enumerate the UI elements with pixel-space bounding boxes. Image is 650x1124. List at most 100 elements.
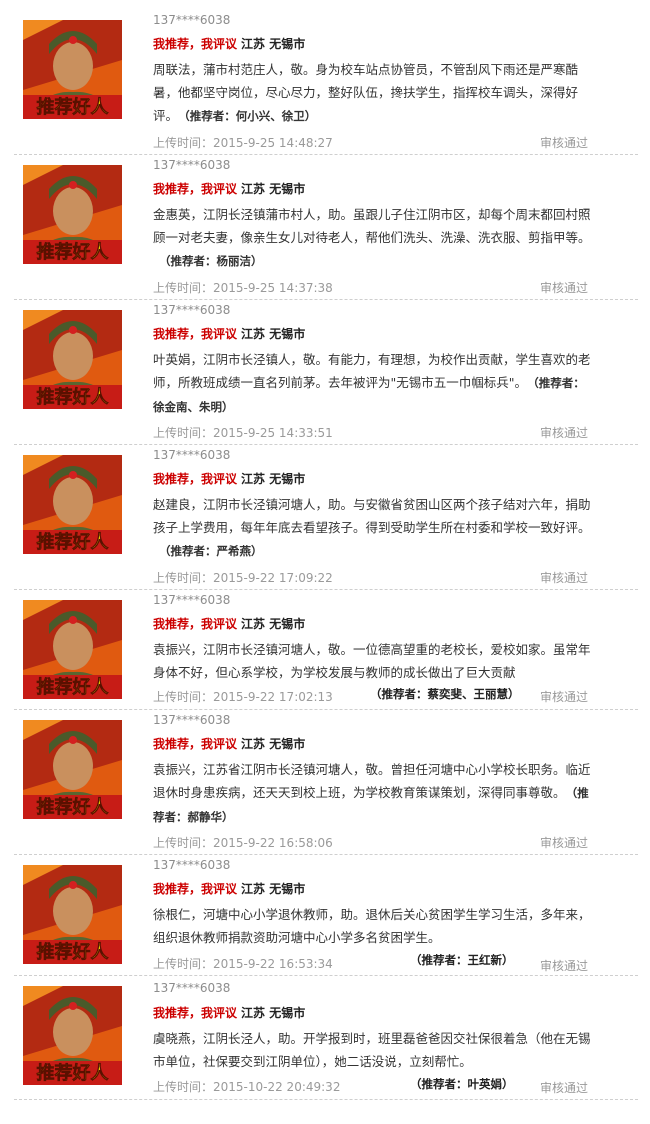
item-headline: 我推荐，我评议 江苏 无锡市 — [153, 35, 305, 53]
item-body: 赵建良，江阴市长泾镇河塘人，助。与安徽省贫困山区两个孩子结对六年，捐助孩子上学费… — [153, 493, 595, 563]
item-body: 袁振兴，江苏省江阴市长泾镇河塘人，敬。曾担任河塘中心小学校长职务。临近退休时身患… — [153, 758, 595, 829]
item-headline: 我推荐，我评议 江苏 无锡市 — [153, 735, 305, 753]
recommender-label: （推荐者：严希燕） — [159, 544, 263, 558]
avatar[interactable]: 推荐好人 — [23, 600, 122, 699]
item-body: 袁振兴，江阴市长泾镇河塘人，敬。一位德高望重的老校长，爱校如家。虽常年身体不好，… — [153, 638, 595, 684]
review-status: 审核通过 — [539, 136, 588, 150]
item-headline: 我推荐，我评议 江苏 无锡市 — [153, 180, 305, 198]
headline-label: 我推荐，我评议 — [153, 327, 238, 341]
review-status: 审核通过 — [539, 571, 588, 585]
avatar[interactable]: 推荐好人 — [23, 720, 122, 819]
region-label: 江苏 无锡市 — [241, 737, 306, 751]
upload-time: 上传时间：2015-9-22 17:09:22 — [153, 571, 333, 585]
region-label: 江苏 无锡市 — [241, 1006, 306, 1020]
avatar[interactable]: 推荐好人 — [23, 310, 122, 409]
headline-label: 我推荐，我评议 — [153, 617, 238, 631]
recommender-label: （推荐者：叶英娟） — [410, 1077, 514, 1091]
user-phone: 137****6038 — [153, 13, 231, 27]
recommender-label: （推荐者：何小兴、徐卫） — [184, 109, 317, 123]
hero-portrait-icon: 推荐好人 — [23, 600, 122, 699]
hero-portrait-icon: 推荐好人 — [23, 986, 122, 1085]
list-item: 推荐好人 137****6038 我推荐，我评议 江苏 无锡市 赵建良，江阴市长泾… — [14, 447, 638, 590]
svg-text:推荐好人: 推荐好人 — [37, 941, 110, 963]
recommender-label: （推荐者：杨丽洁） — [159, 254, 263, 268]
region-label: 江苏 无锡市 — [241, 882, 306, 896]
headline-label: 我推荐，我评议 — [153, 1006, 238, 1020]
list-item: 推荐好人 137****6038 我推荐，我评议 江苏 无锡市 袁振兴，江阴市长泾… — [14, 592, 638, 710]
hero-portrait-icon: 推荐好人 — [23, 455, 122, 554]
user-phone: 137****6038 — [153, 593, 231, 607]
hero-portrait-icon: 推荐好人 — [23, 20, 122, 119]
recommender-label: （推荐者：王红新） — [410, 953, 514, 967]
list-item: 推荐好人 137****6038 我推荐，我评议 江苏 无锡市 袁振兴，江苏省江阴… — [14, 712, 638, 855]
list-item: 推荐好人 137****6038 我推荐，我评议 江苏 无锡市 徐根仁，河塘中心小… — [14, 857, 638, 976]
list-item: 推荐好人 137****6038 我推荐，我评议 江苏 无锡市 周联法，蒲市村范庄… — [14, 12, 638, 155]
region-label: 江苏 无锡市 — [241, 182, 306, 196]
avatar[interactable]: 推荐好人 — [23, 165, 122, 264]
headline-label: 我推荐，我评议 — [153, 472, 238, 486]
upload-time: 上传时间：2015-9-22 16:53:34 — [153, 957, 333, 971]
item-text: 赵建良，江阴市长泾镇河塘人，助。与安徽省贫困山区两个孩子结对六年，捐助孩子上学费… — [153, 497, 591, 535]
item-body: 虞晓燕，江阴长泾人，助。开学报到时，班里磊爸爸因交社保很着急（他在无锡市单位，社… — [153, 1027, 595, 1073]
review-status: 审核通过 — [539, 426, 588, 440]
svg-text:推荐好人: 推荐好人 — [37, 241, 110, 263]
user-phone: 137****6038 — [153, 448, 231, 462]
user-phone: 137****6038 — [153, 713, 231, 727]
upload-time: 上传时间：2015-9-22 16:58:06 — [153, 836, 333, 850]
user-phone: 137****6038 — [153, 303, 231, 317]
item-body: 徐根仁，河塘中心小学退休教师，助。退休后关心贫困学生学习生活，多年来，组织退休教… — [153, 903, 595, 949]
upload-time: 上传时间：2015-10-22 20:49:32 — [153, 1080, 341, 1094]
headline-label: 我推荐，我评议 — [153, 882, 238, 896]
review-status: 审核通过 — [539, 959, 588, 973]
item-body: 金惠英，江阴长泾镇蒲市村人，助。虽跟儿子住江阴市区，却每个周末都回村照顾一对老夫… — [153, 203, 595, 273]
item-body: 叶英娟，江阴市长泾镇人，敬。有能力，有理想，为校作出贡献，学生喜欢的老师，所教班… — [153, 348, 595, 419]
region-label: 江苏 无锡市 — [241, 472, 306, 486]
item-text: 袁振兴，江阴市长泾镇河塘人，敬。一位德高望重的老校长，爱校如家。虽常年身体不好，… — [153, 642, 591, 680]
hero-portrait-icon: 推荐好人 — [23, 165, 122, 264]
headline-label: 我推荐，我评议 — [153, 182, 238, 196]
item-text: 虞晓燕，江阴长泾人，助。开学报到时，班里磊爸爸因交社保很着急（他在无锡市单位，社… — [153, 1031, 591, 1069]
list-item: 推荐好人 137****6038 我推荐，我评议 江苏 无锡市 叶英娟，江阴市长泾… — [14, 302, 638, 445]
svg-text:推荐好人: 推荐好人 — [37, 96, 110, 118]
svg-text:推荐好人: 推荐好人 — [37, 386, 110, 408]
hero-portrait-icon: 推荐好人 — [23, 865, 122, 964]
region-label: 江苏 无锡市 — [241, 37, 306, 51]
headline-label: 我推荐，我评议 — [153, 37, 238, 51]
list-item: 推荐好人 137****6038 我推荐，我评议 江苏 无锡市 金惠英，江阴长泾镇… — [14, 157, 638, 300]
item-text: 叶英娟，江阴市长泾镇人，敬。有能力，有理想，为校作出贡献，学生喜欢的老师，所教班… — [153, 352, 591, 390]
item-headline: 我推荐，我评议 江苏 无锡市 — [153, 1004, 305, 1022]
item-body: 周联法，蒲市村范庄人，敬。身为校车站点协管员，不管刮风下雨还是严寒酷暑，他都坚守… — [153, 58, 595, 128]
user-phone: 137****6038 — [153, 158, 231, 172]
region-label: 江苏 无锡市 — [241, 327, 306, 341]
user-phone: 137****6038 — [153, 981, 231, 995]
svg-text:推荐好人: 推荐好人 — [37, 1062, 110, 1084]
review-status: 审核通过 — [539, 281, 588, 295]
region-label: 江苏 无锡市 — [241, 617, 306, 631]
upload-time: 上传时间：2015-9-25 14:48:27 — [153, 136, 333, 150]
avatar[interactable]: 推荐好人 — [23, 865, 122, 964]
upload-time: 上传时间：2015-9-25 14:33:51 — [153, 426, 333, 440]
recommender-label: （推荐者：蔡奕斐、王丽慧） — [370, 687, 520, 701]
item-headline: 我推荐，我评议 江苏 无锡市 — [153, 880, 305, 898]
upload-time: 上传时间：2015-9-22 17:02:13 — [153, 690, 333, 704]
item-text: 金惠英，江阴长泾镇蒲市村人，助。虽跟儿子住江阴市区，却每个周末都回村照顾一对老夫… — [153, 207, 591, 245]
item-text: 徐根仁，河塘中心小学退休教师，助。退休后关心贫困学生学习生活，多年来，组织退休教… — [153, 907, 591, 945]
hero-portrait-icon: 推荐好人 — [23, 310, 122, 409]
review-status: 审核通过 — [539, 690, 588, 704]
svg-text:推荐好人: 推荐好人 — [37, 676, 110, 698]
review-status: 审核通过 — [539, 836, 588, 850]
item-headline: 我推荐，我评议 江苏 无锡市 — [153, 325, 305, 343]
headline-label: 我推荐，我评议 — [153, 737, 238, 751]
avatar[interactable]: 推荐好人 — [23, 20, 122, 119]
hero-portrait-icon: 推荐好人 — [23, 720, 122, 819]
list-item: 推荐好人 137****6038 我推荐，我评议 江苏 无锡市 虞晓燕，江阴长泾人… — [14, 978, 638, 1100]
svg-text:推荐好人: 推荐好人 — [37, 796, 110, 818]
item-headline: 我推荐，我评议 江苏 无锡市 — [153, 615, 305, 633]
item-text: 袁振兴，江苏省江阴市长泾镇河塘人，敬。曾担任河塘中心小学校长职务。临近退休时身患… — [153, 762, 591, 800]
avatar[interactable]: 推荐好人 — [23, 455, 122, 554]
avatar[interactable]: 推荐好人 — [23, 986, 122, 1085]
item-headline: 我推荐，我评议 江苏 无锡市 — [153, 470, 305, 488]
svg-text:推荐好人: 推荐好人 — [37, 531, 110, 553]
upload-time: 上传时间：2015-9-25 14:37:38 — [153, 281, 333, 295]
review-status: 审核通过 — [539, 1081, 588, 1095]
